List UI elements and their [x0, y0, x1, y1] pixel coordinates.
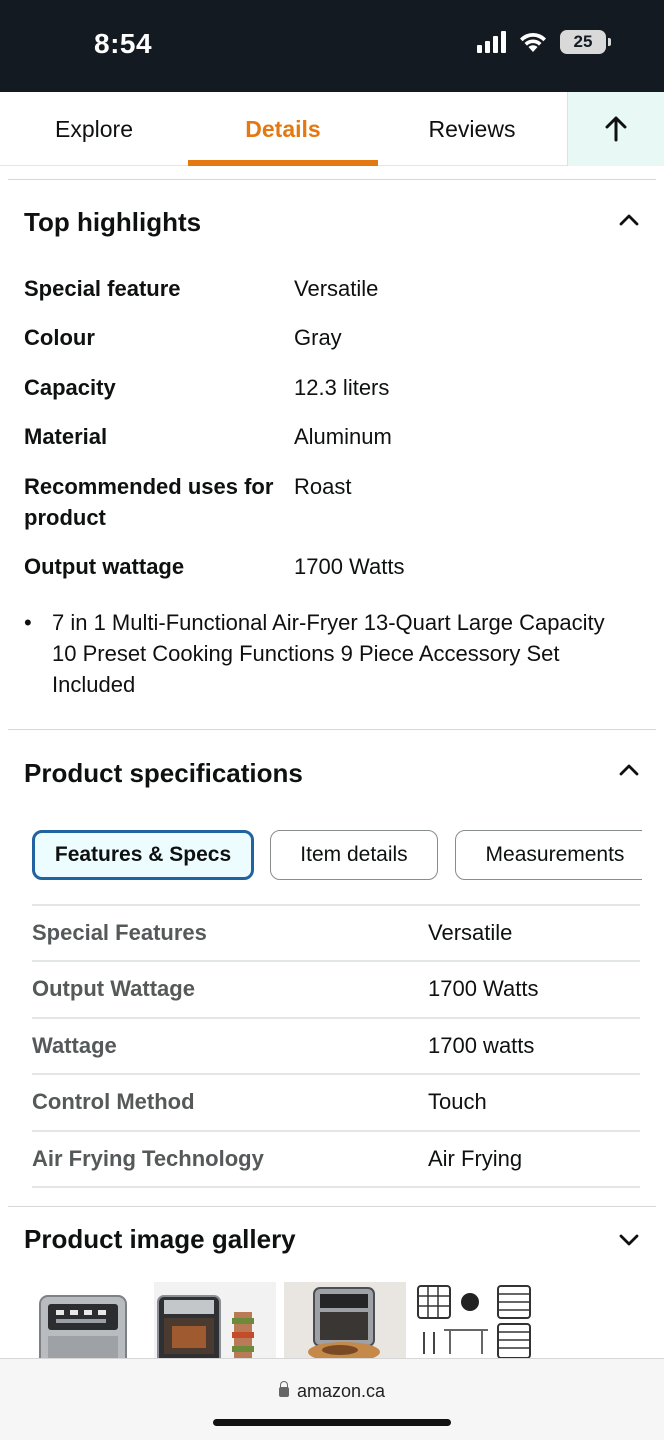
spec-key: Air Frying Technology [32, 1146, 264, 1171]
divider [8, 1206, 656, 1207]
address-bar[interactable]: amazon.ca [0, 1381, 664, 1402]
table-row: Air Frying Technology Air Frying [32, 1130, 640, 1186]
spec-value: 1700 watts [428, 1033, 535, 1058]
arrow-up-icon [605, 116, 627, 142]
spec-key: Wattage [32, 1033, 117, 1058]
wifi-icon [520, 32, 546, 52]
status-icons: 25 [477, 30, 611, 54]
highlight-value: Roast [294, 474, 352, 499]
highlight-key: Capacity [24, 375, 116, 400]
highlight-value: 1700 Watts [294, 554, 405, 579]
detail-tabs: Explore Details Reviews [0, 92, 664, 166]
image-gallery [24, 1282, 644, 1360]
battery-level: 25 [573, 32, 593, 51]
highlight-key: Material [24, 424, 108, 449]
chip-measurements[interactable]: Measurements [455, 830, 642, 880]
chevron-up-icon[interactable] [616, 207, 642, 233]
highlight-value: 12.3 liters [294, 375, 390, 400]
spec-key: Output Wattage [32, 976, 195, 1001]
status-bar: 8:54 25 [0, 0, 664, 92]
spec-chip-group: Features & Specs Item details Measuremen… [32, 830, 642, 880]
specifications-title: Product specifications [24, 758, 303, 788]
table-bottom-border [32, 1186, 640, 1188]
highlight-value: Gray [294, 325, 342, 350]
gallery-thumbnail[interactable] [24, 1282, 146, 1360]
lock-icon [278, 1381, 289, 1397]
spec-key: Special Features [32, 920, 207, 945]
divider [8, 179, 656, 180]
chevron-up-icon[interactable] [616, 757, 642, 783]
spec-value: Air Frying [428, 1146, 523, 1171]
spec-key: Control Method [32, 1089, 195, 1114]
highlight-key: Special feature [24, 276, 181, 301]
bullet-dot-icon: • [24, 610, 32, 635]
highlight-key: Output wattage [24, 554, 185, 579]
highlight-key: Colour [24, 325, 95, 350]
cellular-signal-icon [477, 31, 506, 53]
gallery-title: Product image gallery [24, 1224, 296, 1254]
spec-value: Touch [428, 1089, 487, 1114]
table-row: Output Wattage 1700 Watts [32, 960, 640, 1016]
gallery-thumbnail[interactable] [154, 1282, 276, 1360]
chip-features-specs[interactable]: Features & Specs [32, 830, 254, 880]
browser-bottom-bar: amazon.ca [0, 1358, 664, 1440]
divider [8, 729, 656, 730]
highlight-key: Recommended uses for product [24, 474, 274, 530]
tab-explore[interactable]: Explore [0, 92, 188, 166]
table-row: Control Method Touch [32, 1073, 640, 1129]
url-text: amazon.ca [296, 1381, 386, 1401]
spec-value: 1700 Watts [428, 976, 539, 1001]
spec-value: Versatile [428, 920, 513, 945]
chevron-down-icon[interactable] [616, 1227, 642, 1253]
highlight-value: Aluminum [294, 424, 392, 449]
battery-icon: 25 [560, 30, 611, 54]
table-row: Special Features Versatile [32, 904, 640, 960]
home-indicator[interactable] [213, 1419, 451, 1426]
highlights-title: Top highlights [24, 207, 202, 237]
back-to-top-button[interactable] [567, 92, 664, 166]
highlight-value: Versatile [294, 276, 379, 301]
table-row: Wattage 1700 watts [32, 1017, 640, 1073]
gallery-thumbnail[interactable] [284, 1282, 406, 1360]
status-time: 8:54 [94, 28, 153, 59]
bullet-text: 7 in 1 Multi-Functional Air-Fryer 13-Qua… [52, 610, 605, 697]
chip-item-details[interactable]: Item details [270, 830, 438, 880]
gallery-thumbnail[interactable] [414, 1282, 536, 1360]
tab-details[interactable]: Details [188, 92, 378, 166]
highlight-bullet: • 7 in 1 Multi-Functional Air-Fryer 13-Q… [24, 607, 624, 700]
tab-reviews[interactable]: Reviews [378, 92, 566, 166]
